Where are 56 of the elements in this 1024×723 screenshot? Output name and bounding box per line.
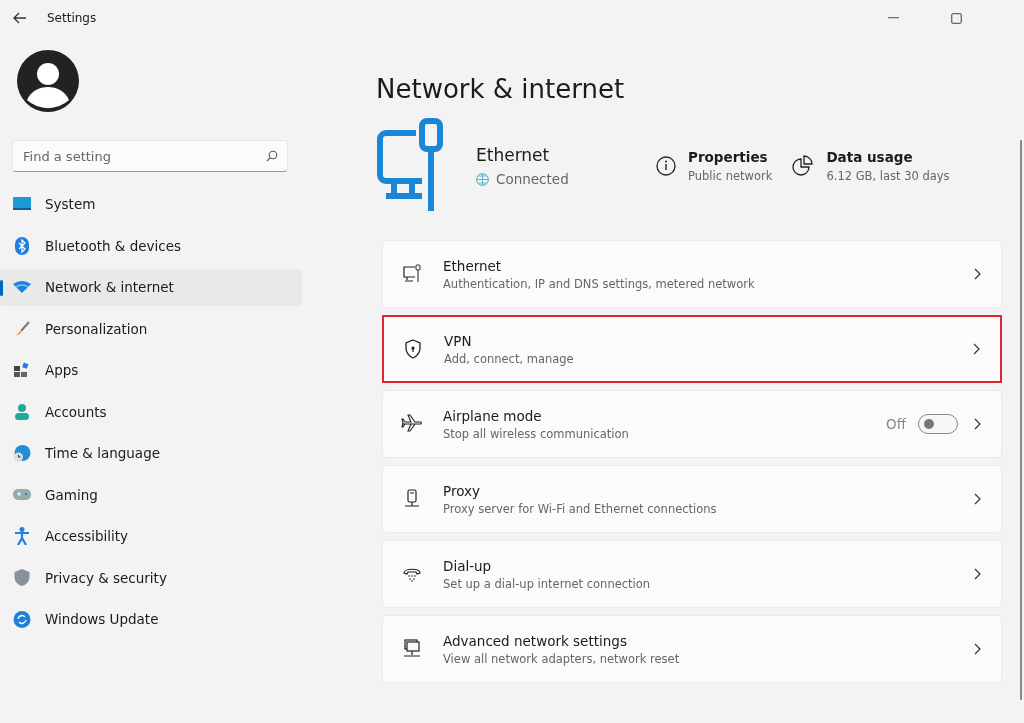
avatar-icon [17,50,79,112]
properties-link[interactable]: Properties Public network [656,149,773,183]
sidebar-item[interactable]: Apps [0,352,302,389]
globe-clock-icon [12,444,32,462]
proxy-server-icon [402,489,422,509]
wifi-icon [12,281,32,294]
data-usage-link[interactable]: Data usage 6.12 GB, last 30 days [792,149,950,183]
connection-name: Ethernet [476,145,551,165]
toggle-state-label: Off [886,416,906,432]
bluetooth-icon [12,236,32,255]
settings-card[interactable]: Dial-up Set up a dial-up internet connection [382,540,1002,608]
pie-chart-icon [792,155,815,177]
sidebar-item[interactable]: Accounts [0,393,302,430]
monitor-cable-icon [402,264,422,284]
sidebar-item[interactable]: Accessibility [0,518,302,555]
chevron-right-icon [974,493,981,505]
connection-status: Connected [496,171,569,187]
sidebar-item[interactable]: Network & internet [0,269,302,306]
info-icon [656,156,676,176]
sidebar-item[interactable]: Privacy & security [0,559,302,596]
computer-network-icon [402,639,422,659]
settings-card[interactable]: Proxy Proxy server for Wi-Fi and Ethernet connections [382,465,1002,533]
sidebar-item[interactable]: Time & language [0,435,302,472]
sidebar-item[interactable]: System [0,186,302,223]
shield-icon [12,569,32,587]
window-title: Settings [47,11,97,25]
computer-cable-icon [376,118,446,214]
update-icon [12,610,32,628]
accessibility-icon [12,527,32,546]
gamepad-icon [12,488,32,501]
minimize-icon[interactable] [888,17,899,19]
back-arrow-icon[interactable] [13,12,27,24]
shield-lock-icon [404,339,422,359]
person-icon [12,403,32,420]
settings-card[interactable]: VPN Add, connect, manage [382,315,1002,383]
chevron-right-icon [973,343,980,355]
globe-icon [476,172,489,186]
chevron-right-icon [974,568,981,580]
sidebar-item[interactable]: Bluetooth & devices [0,227,302,264]
scrollbar[interactable] [1020,140,1022,700]
settings-card[interactable]: Airplane mode Stop all wireless communication Off [382,390,1002,458]
monitor-icon [12,197,32,212]
search-icon [266,150,278,162]
settings-card[interactable]: Advanced network settings View all network adapters, network reset [382,615,1002,683]
sidebar-item[interactable]: Gaming [0,476,302,513]
page-title: Network & internet [376,74,626,104]
chevron-right-icon [974,643,981,655]
search-field[interactable]: Find a setting [12,140,288,172]
airplane-icon [401,414,423,434]
maximize-icon[interactable] [951,12,962,24]
settings-card[interactable]: Ethernet Authentication, IP and DNS settings, metered network [382,240,1002,308]
chevron-right-icon [974,268,981,280]
sidebar-item[interactable]: Personalization [0,310,302,347]
sidebar-item[interactable]: Windows Update [0,601,302,638]
toggle-switch[interactable] [918,414,958,434]
chevron-right-icon [974,418,981,430]
